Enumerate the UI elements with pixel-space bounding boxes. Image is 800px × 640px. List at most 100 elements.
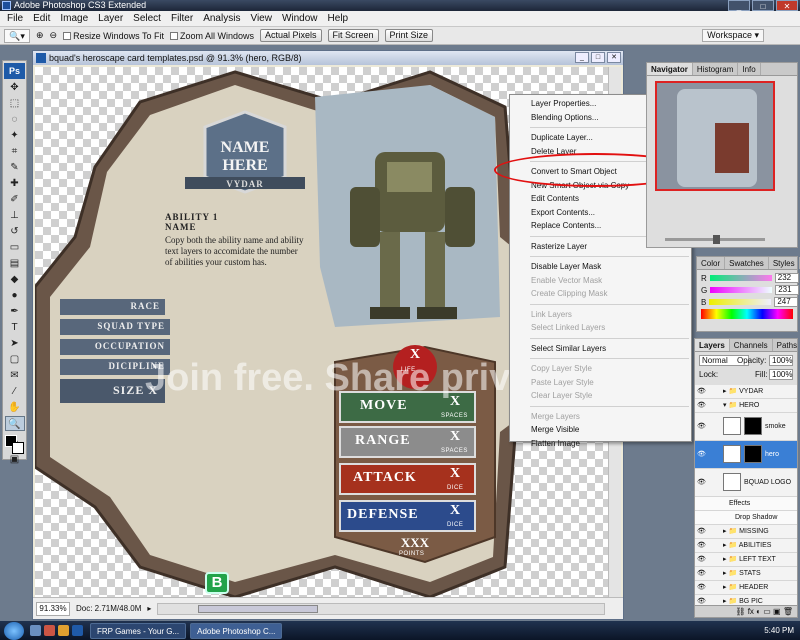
move-tool-icon[interactable]: ✥	[5, 80, 25, 95]
doc-close-button[interactable]: ✕	[607, 52, 621, 63]
gradient-tool-icon[interactable]: ▤	[5, 256, 25, 271]
workspace-dropdown[interactable]: Workspace ▾	[702, 29, 764, 42]
tab-layers[interactable]: Layers	[695, 339, 730, 351]
navigator-zoom-slider[interactable]	[665, 235, 765, 244]
color-spectrum[interactable]	[701, 309, 793, 319]
menu-filter[interactable]: Filter	[166, 11, 198, 27]
folder-icon[interactable]: ▸ 📁	[723, 598, 739, 605]
layer-row[interactable]: Drop Shadow	[695, 511, 797, 525]
blur-tool-icon[interactable]: ◆	[5, 272, 25, 287]
color-b-slider[interactable]	[709, 299, 772, 305]
layer-row[interactable]: 👁 ▾ 📁 HERO	[695, 399, 797, 413]
quicklaunch-ps-icon[interactable]	[72, 625, 83, 636]
color-r-input[interactable]: 232	[774, 273, 799, 283]
tab-channels[interactable]: Channels	[730, 339, 773, 351]
eye-icon[interactable]: 👁	[697, 385, 706, 399]
minimize-button[interactable]: _	[728, 0, 750, 11]
eye-icon[interactable]: 👁	[697, 469, 706, 497]
layer-row[interactable]: Effects	[695, 497, 797, 511]
healing-brush-tool-icon[interactable]: ✚	[5, 176, 25, 191]
fill-input[interactable]: 100%	[769, 369, 793, 380]
eye-icon[interactable]: 👁	[697, 581, 706, 595]
horizontal-scrollbar[interactable]	[157, 602, 605, 615]
actual-pixels-button[interactable]: Actual Pixels	[260, 29, 322, 42]
quicklaunch-icon[interactable]	[30, 625, 41, 636]
color-r-slider[interactable]	[709, 275, 772, 281]
tab-color[interactable]: Color	[697, 257, 726, 269]
layer-row[interactable]: 👁 ▸ 📁 HEADER	[695, 581, 797, 595]
screen-mode-icon[interactable]: ▣	[5, 452, 25, 467]
new-layer-icon[interactable]: ▣	[773, 607, 781, 616]
folder-icon[interactable]: ▸ 📁	[723, 388, 739, 395]
taskbar-item-photoshop[interactable]: Adobe Photoshop C...	[190, 622, 283, 639]
menu-view[interactable]: View	[245, 11, 277, 27]
color-g-input[interactable]: 231	[775, 285, 800, 295]
new-group-icon[interactable]: ▭	[763, 607, 771, 616]
dodge-tool-icon[interactable]: ●	[5, 288, 25, 303]
menu-analysis[interactable]: Analysis	[198, 11, 245, 27]
eye-icon[interactable]: 👁	[697, 399, 706, 413]
eye-icon[interactable]: 👁	[697, 553, 706, 567]
navigator-thumbnail[interactable]	[655, 81, 775, 191]
layer-mask-thumbnail[interactable]	[744, 417, 762, 436]
background-color[interactable]	[11, 442, 24, 454]
horizontal-scroll-thumb[interactable]	[198, 604, 319, 613]
menu-image[interactable]: Image	[55, 11, 93, 27]
tab-swatches[interactable]: Swatches	[725, 257, 769, 269]
eye-icon[interactable]: 👁	[697, 525, 706, 539]
quicklaunch-icon-2[interactable]	[44, 625, 55, 636]
doc-size[interactable]: Doc: 2.71M/48.0M	[76, 599, 141, 619]
eyedropper-tool-icon[interactable]: ✎	[5, 160, 25, 175]
layer-row[interactable]: 👁 ▸ 📁 BG PIC	[695, 595, 797, 605]
layer-row[interactable]: 👁 BQUAD LOGO	[695, 469, 797, 497]
history-brush-tool-icon[interactable]: ↺	[5, 224, 25, 239]
tab-paths[interactable]: Paths	[773, 339, 800, 351]
folder-icon[interactable]: ▸ 📁	[723, 584, 739, 591]
quicklaunch-icon-3[interactable]	[58, 625, 69, 636]
start-button[interactable]	[4, 621, 24, 640]
eye-icon[interactable]: 👁	[697, 567, 706, 581]
context-menu-item[interactable]: Select Similar Layers	[510, 342, 691, 356]
layers-list[interactable]: 👁 ▸ 📁 VYDAR 👁 ▾ 📁 HERO 👁 smoke 👁 hero 👁 BQUAD LOG…	[695, 385, 797, 605]
clone-stamp-tool-icon[interactable]: ⊥	[5, 208, 25, 223]
zoom-in-icon[interactable]: ⊕	[36, 30, 44, 41]
eye-icon[interactable]: 👁	[697, 413, 706, 441]
taskbar-item-frp-games[interactable]: FRP Games - Your G...	[90, 622, 187, 639]
maximize-button[interactable]: □	[752, 0, 774, 11]
crop-tool-icon[interactable]: ⌗	[5, 144, 25, 159]
pen-tool-icon[interactable]: ✒	[5, 304, 25, 319]
marquee-tool-icon[interactable]: ⬚	[5, 96, 25, 111]
folder-icon[interactable]: ▸ 📁	[723, 528, 739, 535]
fx-icon[interactable]: fx	[748, 607, 754, 616]
context-menu-item[interactable]: Flatten Image	[510, 437, 691, 451]
eraser-tool-icon[interactable]: ▭	[5, 240, 25, 255]
zoom-out-icon[interactable]: ⊖	[50, 30, 58, 41]
tab-styles[interactable]: Styles	[769, 257, 800, 269]
eyedropper-2-tool-icon[interactable]: ⁄	[5, 384, 25, 399]
eye-icon[interactable]: 👁	[697, 441, 706, 469]
mask-icon[interactable]: ◐	[756, 607, 761, 616]
type-tool-icon[interactable]: T	[5, 320, 25, 335]
layer-row[interactable]: 👁 ▸ 📁 VYDAR	[695, 385, 797, 399]
menu-edit[interactable]: Edit	[28, 11, 55, 27]
resize-windows-checkbox[interactable]: Resize Windows To Fit	[63, 31, 164, 41]
tab-info[interactable]: Info	[738, 63, 761, 75]
menu-help[interactable]: Help	[323, 11, 354, 27]
context-menu-item[interactable]: Merge Visible	[510, 423, 691, 437]
notes-tool-icon[interactable]: ✉	[5, 368, 25, 383]
trash-icon[interactable]: 🗑	[783, 607, 793, 616]
eye-icon[interactable]: 👁	[697, 595, 706, 605]
doc-minimize-button[interactable]: _	[575, 52, 589, 63]
context-menu-item[interactable]: Disable Layer Mask	[510, 260, 691, 274]
status-arrow-icon[interactable]: ▸	[147, 599, 151, 619]
zoom-level[interactable]: 91.33%	[36, 601, 70, 616]
menu-window[interactable]: Window	[277, 11, 323, 27]
folder-icon[interactable]: ▸ 📁	[723, 556, 739, 563]
folder-icon[interactable]: ▾ 📁	[723, 402, 739, 409]
layer-row[interactable]: 👁 smoke	[695, 413, 797, 441]
color-b-input[interactable]: 247	[774, 297, 799, 307]
link-layers-icon[interactable]: ⛓	[735, 607, 745, 616]
folder-icon[interactable]: ▸ 📁	[723, 570, 739, 577]
zoom-all-windows-checkbox[interactable]: Zoom All Windows	[169, 31, 254, 41]
navigator-slider-thumb[interactable]	[713, 235, 720, 244]
